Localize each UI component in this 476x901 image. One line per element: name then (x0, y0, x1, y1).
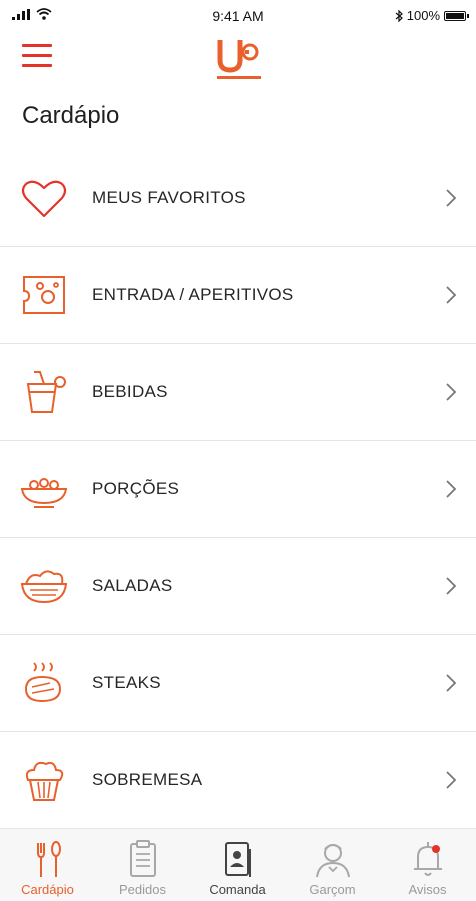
battery-percent: 100% (406, 8, 440, 23)
chevron-right-icon (446, 577, 457, 595)
tab-avisos[interactable]: Avisos (380, 829, 475, 901)
menu-item-label: PORÇÕES (92, 479, 180, 498)
bell-icon (414, 842, 442, 876)
menu-item-favoritos[interactable]: MEUS FAVORITOS (0, 150, 476, 247)
menu-item-entrada[interactable]: ENTRADA / APERITIVOS (0, 247, 476, 344)
menu-category-list: MEUS FAVORITOS ENTRADA / APERITIVOS BEBI… (0, 150, 476, 829)
menu-item-steaks[interactable]: STEAKS (0, 635, 476, 732)
menu-item-label: SALADAS (92, 576, 173, 595)
menu-item-label: BEBIDAS (92, 382, 168, 401)
menu-item-porcoes[interactable]: PORÇÕES (0, 441, 476, 538)
menu-item-sobremesa[interactable]: SOBREMESA (0, 732, 476, 829)
page-title: Cardápio (22, 102, 120, 129)
tab-garcom[interactable]: Garçom (285, 829, 380, 901)
tab-label: Pedidos (119, 882, 166, 897)
menu-item-label: SOBREMESA (92, 770, 203, 789)
chevron-right-icon (446, 189, 457, 207)
chevron-right-icon (446, 674, 457, 692)
clipboard-icon (130, 840, 156, 877)
bill-icon (225, 842, 251, 877)
cheese-icon (23, 276, 65, 314)
hamburger-menu-button[interactable] (22, 44, 52, 70)
status-bar: 9:41 AM 100% (0, 0, 476, 30)
salad-icon (20, 570, 68, 604)
waiter-icon (316, 844, 350, 878)
menu-item-bebidas[interactable]: BEBIDAS (0, 344, 476, 441)
tab-pedidos[interactable]: Pedidos (95, 829, 190, 901)
status-right: 100% (395, 8, 469, 23)
app-header: Cardápio (0, 30, 476, 150)
chevron-right-icon (446, 383, 457, 401)
cupcake-icon (25, 761, 64, 801)
bottom-tab-bar: Cardápio Pedidos Comanda Garçom Avisos (0, 828, 476, 901)
tab-cardapio[interactable]: Cardápio (0, 829, 95, 901)
cutlery-icon (37, 841, 61, 877)
menu-item-label: STEAKS (92, 673, 161, 692)
menu-item-saladas[interactable]: SALADAS (0, 538, 476, 635)
bluetooth-icon (395, 9, 403, 22)
tab-label: Comanda (209, 882, 266, 897)
menu-item-label: ENTRADA / APERITIVOS (92, 285, 294, 304)
chevron-right-icon (446, 771, 457, 789)
tab-label: Avisos (408, 882, 447, 897)
app-logo-icon (217, 40, 261, 79)
steak-icon (24, 662, 62, 703)
tab-comanda[interactable]: Comanda (190, 829, 285, 901)
battery-icon (444, 10, 469, 21)
bowl-icon (20, 478, 68, 508)
chevron-right-icon (446, 286, 457, 304)
heart-icon (21, 180, 67, 218)
drink-icon (26, 371, 66, 413)
tab-label: Cardápio (21, 882, 74, 897)
chevron-right-icon (446, 480, 457, 498)
notification-dot (432, 845, 440, 853)
menu-item-label: MEUS FAVORITOS (92, 188, 246, 207)
tab-label: Garçom (309, 882, 356, 897)
